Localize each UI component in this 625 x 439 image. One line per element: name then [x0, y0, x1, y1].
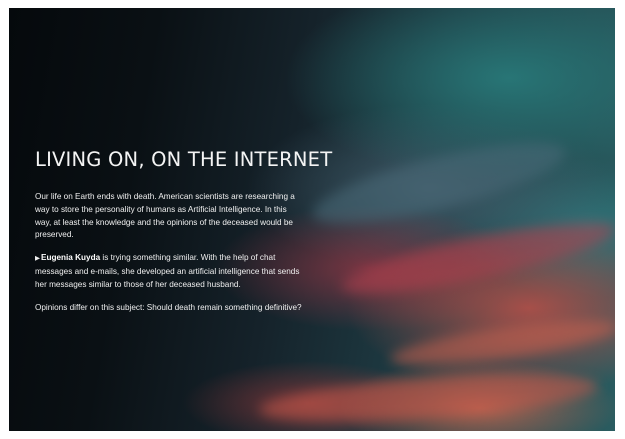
article-content: LIVING ON, ON THE INTERNET Our life on E… — [35, 148, 333, 324]
cloud-streak — [306, 127, 572, 239]
background-sky-image: LIVING ON, ON THE INTERNET Our life on E… — [9, 8, 615, 431]
cloud-streak — [388, 312, 615, 374]
cloud-streak — [337, 209, 615, 307]
person-name-link[interactable]: Eugenia Kuyda — [41, 253, 100, 262]
intro-paragraph: Our life on Earth ends with death. Ameri… — [35, 192, 295, 240]
cloud-streak — [258, 366, 600, 430]
page-title: LIVING ON, ON THE INTERNET — [35, 148, 333, 171]
question-paragraph: Opinions differ on this subject: Should … — [35, 302, 302, 312]
kuyda-paragraph: ▶Eugenia Kuyda is trying something simil… — [35, 252, 305, 291]
play-triangle-icon: ▶ — [35, 255, 40, 263]
